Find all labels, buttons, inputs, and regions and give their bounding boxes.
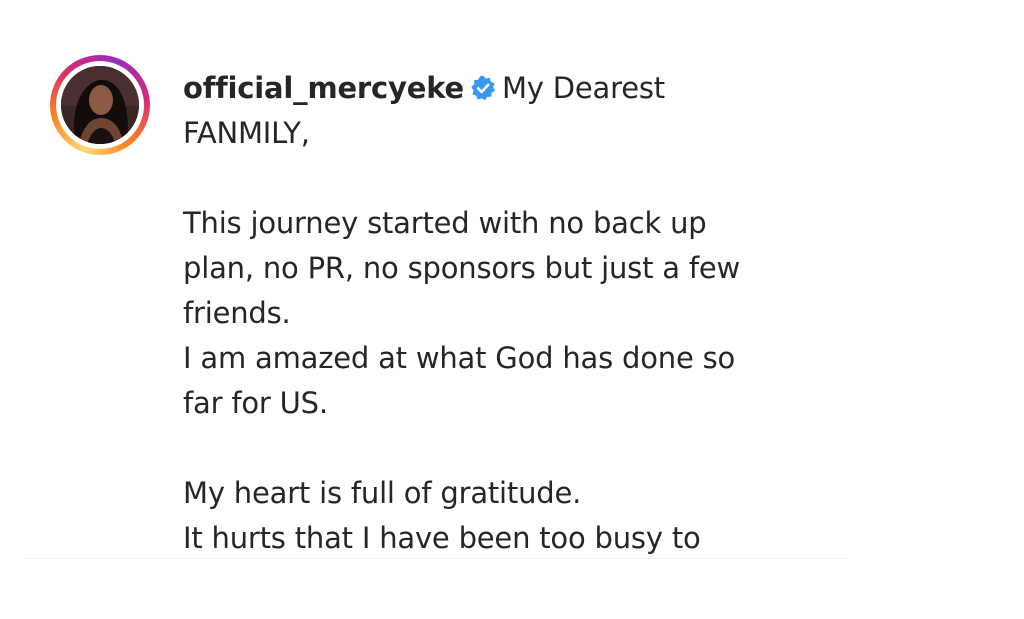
- caption-line: FANMILY,: [183, 116, 310, 150]
- caption-line: plan, no PR, no sponsors but just a few: [183, 251, 741, 285]
- avatar-inner-border: [56, 61, 144, 149]
- avatar-story-ring[interactable]: [50, 55, 150, 155]
- caption-text-start: My Dearest: [501, 71, 665, 105]
- section-divider: [25, 558, 847, 559]
- caption-line: far for US.: [183, 386, 328, 420]
- caption-first-line: official_mercyeke My Dearest: [183, 66, 823, 111]
- username-link[interactable]: official_mercyeke: [183, 71, 464, 105]
- avatar[interactable]: [61, 66, 139, 144]
- avatar-photo-icon: [61, 66, 139, 144]
- caption-line: It hurts that I have been too busy to: [183, 521, 701, 555]
- verified-badge-icon: [471, 75, 495, 101]
- post-caption-area: official_mercyeke My Dearest FANMILY, Th…: [0, 0, 1024, 556]
- caption-line: I am amazed at what God has done so: [183, 341, 736, 375]
- caption-line: My heart is full of gratitude.: [183, 476, 582, 510]
- caption-line: This journey started with no back up: [183, 206, 707, 240]
- post-caption: official_mercyeke My Dearest FANMILY, Th…: [183, 66, 823, 556]
- caption-line: friends.: [183, 296, 291, 330]
